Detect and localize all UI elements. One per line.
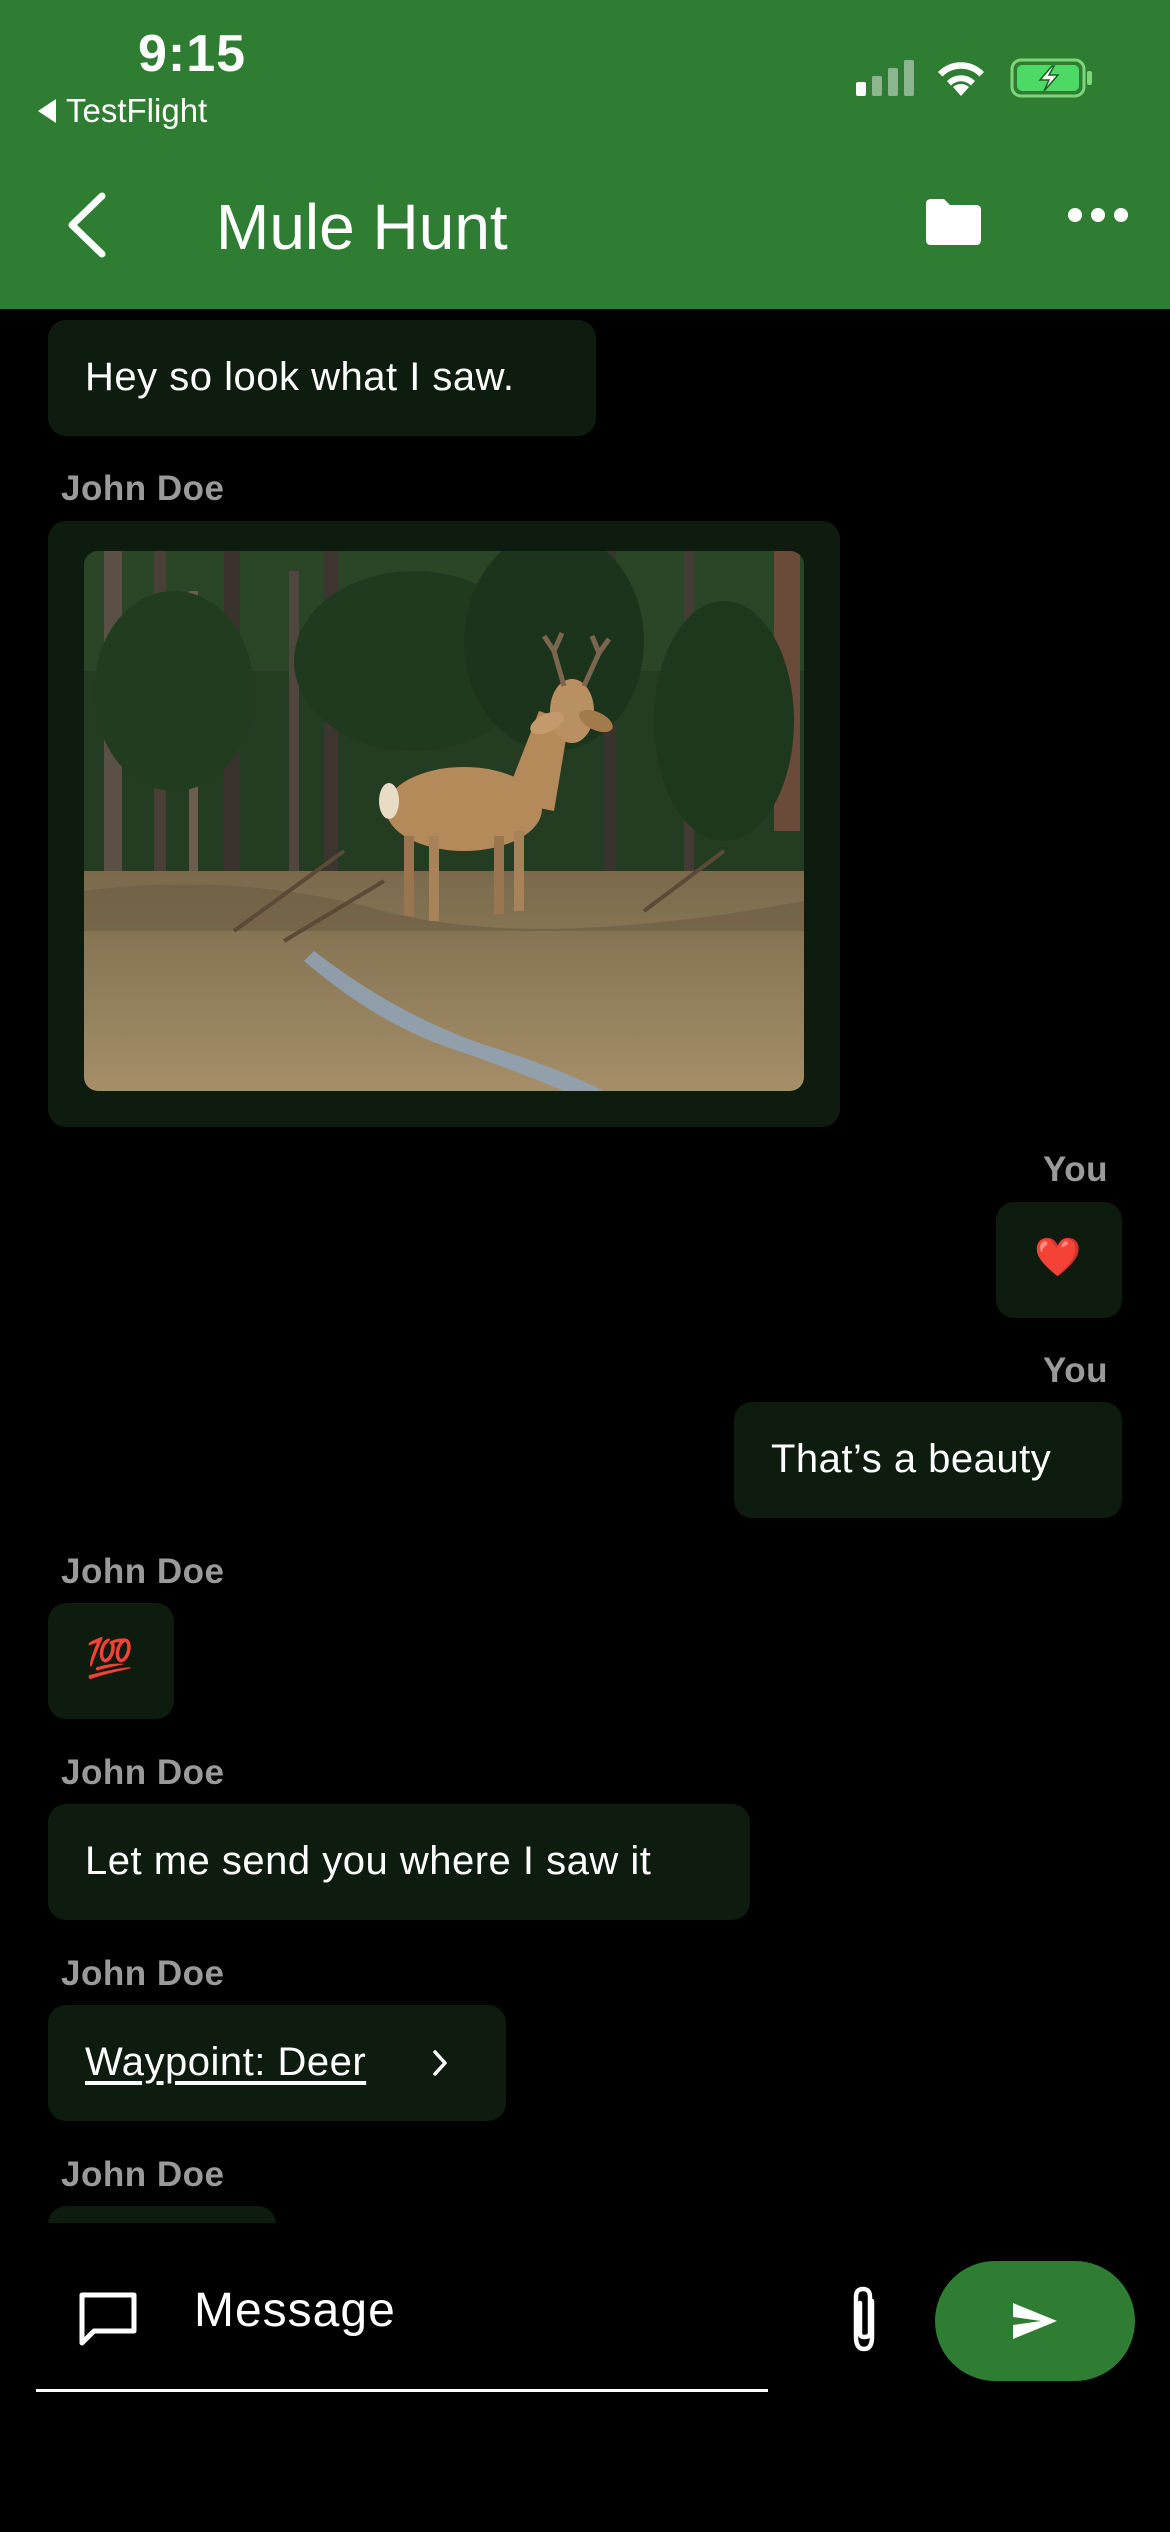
cellular-signal-icon xyxy=(856,60,914,96)
back-chevron-icon[interactable] xyxy=(58,190,118,260)
message-text: Hey so look what I saw. xyxy=(85,355,515,399)
status-back-to-app[interactable]: TestFlight xyxy=(38,92,207,130)
waypoint-link[interactable]: Waypoint: Deer xyxy=(85,2040,366,2085)
app-header: 9:15 TestFlight Mule Hunt xyxy=(0,0,1170,309)
conversation-title: Mule Hunt xyxy=(216,191,508,263)
folder-icon[interactable] xyxy=(922,196,984,248)
deer-photo[interactable] xyxy=(84,551,804,1091)
status-back-label: TestFlight xyxy=(66,92,208,129)
sender-name: John Doe xyxy=(61,1753,225,1792)
waypoint-message-bubble[interactable]: Waypoint: Deer xyxy=(48,2005,506,2121)
sender-name: John Doe xyxy=(61,1954,225,1993)
emoji-message-bubble[interactable]: 💯 xyxy=(48,1603,174,1719)
paperclip-icon[interactable] xyxy=(842,2283,886,2359)
sender-name: John Doe xyxy=(61,2155,225,2194)
message-bubble[interactable]: That’s a beauty xyxy=(734,1402,1122,1518)
message-emoji: 💯 xyxy=(86,1638,134,1680)
input-underline xyxy=(36,2389,768,2392)
message-emoji: ❤️ xyxy=(1034,1237,1082,1279)
chat-bubble-icon xyxy=(79,2292,137,2346)
message-input[interactable] xyxy=(194,2283,714,2338)
sender-name: You xyxy=(1043,1351,1109,1390)
message-bubble[interactable]: Let me send you where I saw it xyxy=(48,1804,750,1920)
message-list[interactable]: Hey so look what I saw. John Doe You ❤️ … xyxy=(0,309,1170,2223)
image-message-bubble[interactable] xyxy=(48,521,840,1127)
message-composer xyxy=(0,2223,1170,2532)
message-text: Let me send you where I saw it xyxy=(85,1839,652,1883)
status-time: 9:15 xyxy=(138,25,247,83)
emoji-message-bubble[interactable]: ❤️ xyxy=(996,1202,1122,1318)
message-bubble[interactable]: Hey so look what I saw. xyxy=(48,320,596,436)
sender-name: John Doe xyxy=(61,469,225,508)
more-options-icon[interactable] xyxy=(1068,208,1128,222)
wifi-icon xyxy=(938,62,984,96)
send-button[interactable] xyxy=(935,2261,1135,2381)
sender-name: You xyxy=(1043,1150,1109,1189)
message-text: That’s a beauty xyxy=(771,1437,1052,1481)
sender-name: John Doe xyxy=(61,1552,225,1591)
back-triangle-icon xyxy=(38,99,56,123)
battery-charging-icon xyxy=(1010,58,1092,98)
send-icon xyxy=(1013,2303,1057,2339)
message-bubble[interactable] xyxy=(48,2206,276,2223)
chevron-right-icon xyxy=(433,2050,447,2076)
